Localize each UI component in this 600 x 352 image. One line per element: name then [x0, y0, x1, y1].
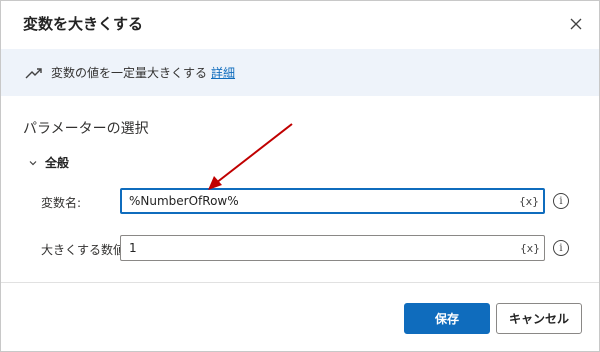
info-bar: 変数の値を一定量大きくする 詳細	[1, 49, 599, 96]
save-button[interactable]: 保存	[404, 303, 490, 334]
dialog-title: 変数を大きくする	[23, 15, 144, 33]
variable-name-input[interactable]: %NumberOfRow% {x}	[120, 188, 545, 214]
increase-variable-dialog: 変数を大きくする 変数の値を一定量大きくする 詳細 パラメーターの選択 全般 変…	[0, 0, 600, 352]
variable-name-value: %NumberOfRow%	[129, 194, 239, 208]
chevron-down-icon	[27, 157, 39, 169]
close-icon[interactable]	[567, 15, 585, 33]
info-icon[interactable]: i	[553, 240, 569, 256]
section-title: パラメーターの選択	[23, 121, 149, 137]
info-description: 変数の値を一定量大きくする	[51, 66, 208, 80]
group-label: 全般	[45, 156, 70, 170]
variable-picker-button[interactable]: {x}	[517, 191, 541, 211]
variable-picker-button[interactable]: {x}	[518, 238, 542, 258]
details-link[interactable]: 詳細	[211, 64, 235, 81]
increase-amount-label: 大きくする数値:	[41, 243, 130, 257]
group-header-general[interactable]: 全般	[27, 154, 69, 171]
info-icon[interactable]: i	[553, 193, 569, 209]
footer-divider	[1, 282, 599, 283]
trend-up-icon	[25, 66, 43, 80]
increase-amount-input[interactable]: 1 {x}	[120, 235, 545, 261]
variable-name-label: 変数名:	[41, 196, 82, 210]
increase-amount-value: 1	[129, 241, 137, 255]
cancel-button[interactable]: キャンセル	[496, 303, 582, 334]
